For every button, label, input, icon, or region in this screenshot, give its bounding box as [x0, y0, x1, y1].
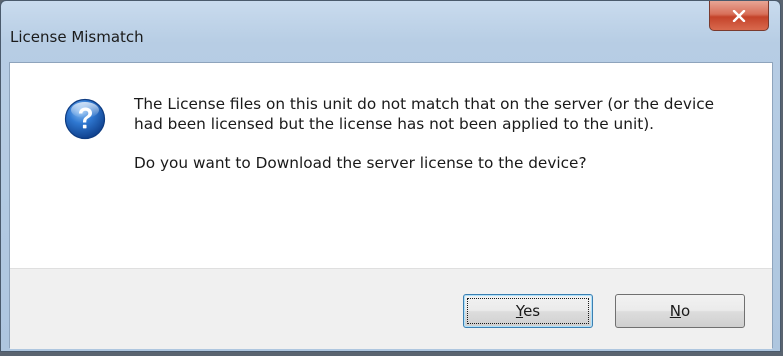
yes-button[interactable]: Yes — [463, 294, 593, 328]
message-body: The License files on this unit do not ma… — [134, 95, 715, 133]
no-mnemonic: N — [669, 302, 682, 320]
message-area: The License files on this unit do not ma… — [10, 63, 772, 268]
button-bar: Yes No — [10, 268, 772, 349]
close-icon — [732, 9, 746, 22]
question-icon — [64, 98, 106, 140]
no-button-label: No — [670, 302, 690, 320]
dialog-client-area: The License files on this unit do not ma… — [9, 62, 773, 349]
message-text: The License files on this unit do not ma… — [134, 95, 744, 174]
focus-rectangle — [467, 298, 589, 324]
no-button[interactable]: No — [615, 294, 745, 328]
close-button[interactable] — [709, 1, 769, 31]
license-mismatch-dialog: License Mismatch The License files on th… — [0, 0, 781, 352]
title-bar[interactable]: License Mismatch — [1, 1, 780, 61]
window-title: License Mismatch — [10, 28, 144, 46]
message-question: Do you want to Download the server licen… — [134, 154, 587, 172]
no-label-rest: o — [681, 302, 691, 320]
